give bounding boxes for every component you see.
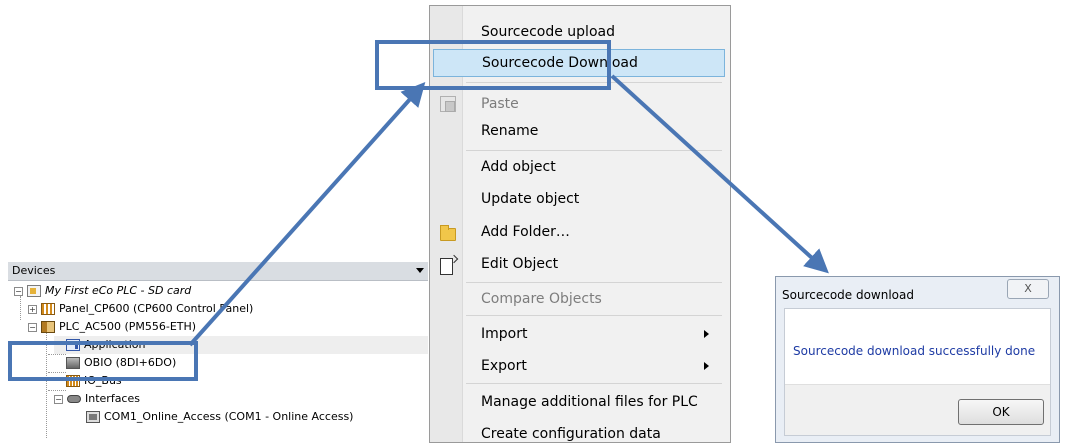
menu-item-rename[interactable]: Rename [433,117,725,145]
submenu-arrow-icon [704,362,709,370]
menu-item-label: Import [481,326,528,342]
menu-item-edit-object[interactable]: Edit Object [433,250,725,278]
menu-item-label: Export [481,358,527,374]
devices-header-label: Devices [12,264,56,277]
annotation-box-application [8,341,198,381]
project-icon [27,285,41,297]
close-button[interactable]: X [1007,279,1049,299]
menu-item-export[interactable]: Export [433,352,725,380]
dialog-body: Sourcecode download successfully done OK [784,308,1051,436]
tree-item-label: Panel_CP600 (CP600 Control Panel) [59,302,254,315]
submenu-arrow-icon [704,330,709,338]
menu-item-manage-additional-files[interactable]: Manage additional files for PLC [433,388,725,416]
tree-item-label: Interfaces [85,392,140,405]
menu-item-paste[interactable]: Paste [433,90,725,118]
menu-item-import[interactable]: Import [433,320,725,348]
annotation-box-sourcecode-download [375,40,611,90]
dropdown-arrow-icon[interactable] [416,268,424,273]
tree-item-plc[interactable]: − PLC_AC500 (PM556-ETH) [28,318,196,336]
com-port-icon [86,411,100,423]
tree-item-label: PLC_AC500 (PM556-ETH) [59,320,197,333]
close-icon: X [1024,282,1032,295]
menu-item-update-object[interactable]: Update object [433,185,725,213]
tree-item-label: COM1_Online_Access (COM1 - Online Access… [104,410,354,423]
devices-panel-header: Devices [8,262,428,281]
collapse-icon[interactable]: − [14,286,23,296]
dialog-footer: OK [785,384,1050,435]
collapse-icon[interactable]: − [28,322,37,332]
menu-item-create-configuration-data[interactable]: Create configuration data [433,420,725,448]
ok-button[interactable]: OK [958,399,1044,425]
tree-item-interfaces[interactable]: − Interfaces [54,390,140,408]
dialog-title: Sourcecode download [782,288,914,302]
interfaces-icon [67,395,81,403]
menu-item-add-folder[interactable]: Add Folder… [433,218,725,246]
tree-item-label: My First eCo PLC - SD card [45,284,192,297]
collapse-icon[interactable]: − [54,394,63,404]
tree-item-com1[interactable]: COM1_Online_Access (COM1 - Online Access… [86,408,353,426]
menu-item-compare-objects[interactable]: Compare Objects [433,285,725,313]
plc-device-icon [41,321,55,333]
tree-item-panel[interactable]: + Panel_CP600 (CP600 Control Panel) [28,300,253,318]
dialog-message: Sourcecode download successfully done [793,344,1036,358]
menu-item-add-object[interactable]: Add object [433,153,725,181]
tree-item-project[interactable]: − My First eCo PLC - SD card [14,282,191,300]
expand-icon[interactable]: + [28,304,37,314]
sourcecode-download-dialog: Sourcecode download X Sourcecode downloa… [775,276,1060,443]
panel-device-icon [41,303,55,315]
